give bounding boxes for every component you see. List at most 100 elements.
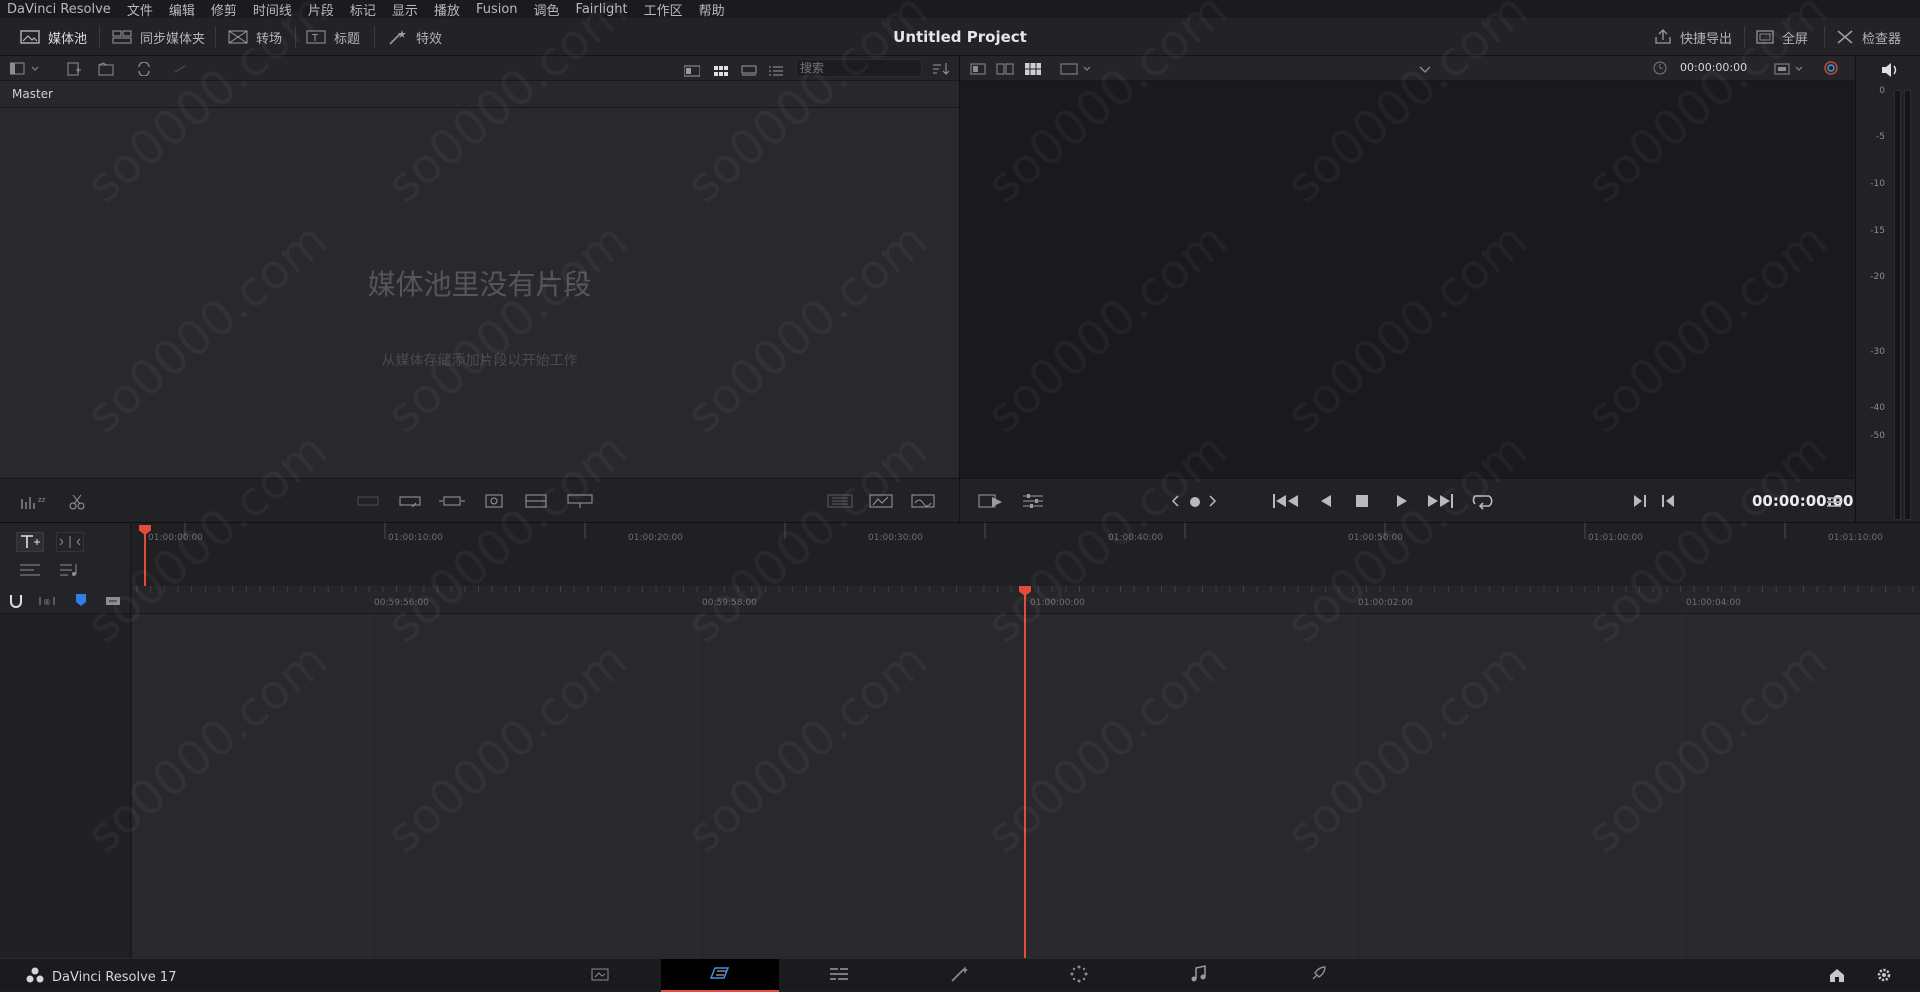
timeline-mode-tools <box>0 522 131 586</box>
media-pool-area[interactable]: 媒体池里没有片段 从媒体存储添加片段以开始工作 <box>0 108 959 478</box>
close-up-icon[interactable] <box>482 491 506 515</box>
titles-button[interactable]: T 标题 <box>306 18 360 56</box>
sidebar-toggle-icon[interactable] <box>9 61 40 80</box>
sync-bin-button[interactable]: 同步媒体夹 <box>112 18 205 56</box>
menu-playback[interactable]: 播放 <box>426 0 468 19</box>
menu-help[interactable]: 帮助 <box>691 0 733 19</box>
upper-timeline-ruler[interactable]: 01:00:00:00 01:00:10:00 01:00:20:00 01:0… <box>132 522 1920 586</box>
sync-icon[interactable] <box>136 61 152 80</box>
menu-mark[interactable]: 标记 <box>342 0 384 19</box>
next-edit-icon[interactable] <box>1208 493 1218 513</box>
menu-fusion[interactable]: Fusion <box>468 2 526 17</box>
page-tab-fairlight[interactable] <box>1140 959 1258 992</box>
link-clips-icon[interactable]: ® <box>38 593 56 612</box>
inspector-label: 检查器 <box>1862 31 1902 47</box>
audio-meter-panel: 0 -5 -10 -15 -20 -30 -40 -50 <box>1855 56 1920 522</box>
skip-to-start-icon[interactable] <box>1272 492 1300 514</box>
single-viewer-icon[interactable] <box>970 61 986 80</box>
multi-view-icon[interactable] <box>1024 61 1042 80</box>
marker-icon[interactable] <box>104 593 122 612</box>
timecode-mode-icon[interactable] <box>1652 60 1668 80</box>
settings-gear-icon[interactable] <box>1876 967 1892 987</box>
skip-to-end-icon[interactable] <box>1426 492 1454 514</box>
menu-davinci-resolve[interactable]: DaVinci Resolve <box>0 2 119 17</box>
page-tab-color[interactable] <box>1020 959 1138 992</box>
unlink-icon[interactable] <box>172 61 188 80</box>
thumbnail-view-icon[interactable] <box>683 62 701 81</box>
upper-playhead[interactable] <box>139 525 151 586</box>
menu-file[interactable]: 文件 <box>119 0 161 19</box>
zoom-fit-icon[interactable] <box>1774 61 1808 80</box>
page-tab-deliver[interactable] <box>1259 959 1377 992</box>
lower-playhead[interactable] <box>1019 586 1031 958</box>
menu-edit[interactable]: 编辑 <box>161 0 203 19</box>
magnet-icon[interactable] <box>8 593 24 613</box>
mark-in-icon[interactable] <box>1632 493 1648 513</box>
title-icon: T <box>306 29 326 45</box>
track-height-icon[interactable] <box>16 560 44 580</box>
dual-viewer-icon[interactable] <box>996 61 1014 80</box>
options-menu-icon[interactable] <box>1826 494 1842 513</box>
prev-edit-icon[interactable] <box>1170 493 1180 513</box>
menu-fairlight[interactable]: Fairlight <box>568 2 636 17</box>
trim-mode-icon[interactable] <box>16 532 44 552</box>
menu-clip[interactable]: 片段 <box>300 0 342 19</box>
clip-dropdown-icon[interactable] <box>1418 61 1432 80</box>
transitions-button[interactable]: 转场 <box>228 18 282 56</box>
ripple-overwrite-icon[interactable] <box>438 493 466 513</box>
menu-color[interactable]: 调色 <box>526 0 568 19</box>
menu-timeline[interactable]: 时间线 <box>245 0 300 19</box>
jog-dot-icon[interactable] <box>1188 494 1202 513</box>
safe-area-icon[interactable] <box>1060 61 1094 80</box>
smart-insert-icon[interactable] <box>354 493 382 513</box>
play-icon[interactable] <box>1394 492 1410 514</box>
sort-icon[interactable] <box>932 61 950 80</box>
quick-export-button[interactable]: 快捷导出 <box>1654 18 1732 56</box>
mark-out-icon[interactable] <box>1660 493 1676 513</box>
loop-icon[interactable] <box>1470 491 1496 515</box>
master-bin-label[interactable]: Master <box>12 87 53 101</box>
upper-tick-5: 01:00:50:00 <box>1348 533 1403 543</box>
adjust-icon[interactable] <box>1022 492 1044 514</box>
stop-icon[interactable] <box>1354 492 1370 514</box>
lower-tick-1: 00:59:58:00 <box>702 598 757 608</box>
audio-track-icon[interactable] <box>56 560 84 580</box>
media-pool-button[interactable]: 媒体池 <box>20 18 87 56</box>
filmstrip-view-icon[interactable] <box>741 62 757 81</box>
new-bin-icon[interactable] <box>98 61 116 80</box>
home-icon[interactable] <box>1828 967 1846 987</box>
new-item-icon[interactable] <box>66 61 82 80</box>
scissors-icon[interactable] <box>68 493 86 515</box>
place-on-top-icon[interactable] <box>524 493 548 513</box>
slip-mode-icon[interactable] <box>56 532 84 552</box>
timeline-viewer-icon[interactable] <box>978 492 1006 514</box>
flag-icon[interactable] <box>74 592 88 612</box>
menu-view[interactable]: 显示 <box>384 0 426 19</box>
page-tab-fusion[interactable] <box>900 959 1018 992</box>
inspector-button[interactable]: 检查器 <box>1836 18 1901 56</box>
cut-page-icon <box>708 965 732 985</box>
smart-bins-icon[interactable]: zz <box>20 493 48 515</box>
speaker-icon[interactable] <box>1880 62 1900 82</box>
video-viewer[interactable] <box>960 81 1854 478</box>
menu-trim[interactable]: 修剪 <box>203 0 245 19</box>
overlay-icon[interactable] <box>826 493 854 513</box>
timeline-track-area[interactable] <box>132 614 1920 958</box>
page-tab-edit[interactable] <box>780 959 898 992</box>
cinema-mode-icon[interactable] <box>910 493 936 513</box>
color-wheel-icon[interactable] <box>1822 60 1840 80</box>
reverse-play-icon[interactable] <box>1318 492 1334 514</box>
fullscreen-button[interactable]: 全屏 <box>1756 18 1808 56</box>
search-input[interactable] <box>796 59 922 77</box>
effects-button[interactable]: 特效 <box>388 18 442 56</box>
grid-view-icon[interactable] <box>713 62 729 81</box>
export-icon <box>1654 29 1672 45</box>
list-view-icon[interactable] <box>768 62 784 81</box>
viewer-mode-icon[interactable] <box>868 493 894 513</box>
page-tab-cut[interactable] <box>661 959 779 992</box>
source-overwrite-icon[interactable] <box>566 493 594 513</box>
page-tab-media[interactable] <box>541 959 659 992</box>
menu-workspace[interactable]: 工作区 <box>636 0 691 19</box>
append-icon[interactable] <box>396 493 424 513</box>
magic-wand-icon <box>388 29 408 45</box>
